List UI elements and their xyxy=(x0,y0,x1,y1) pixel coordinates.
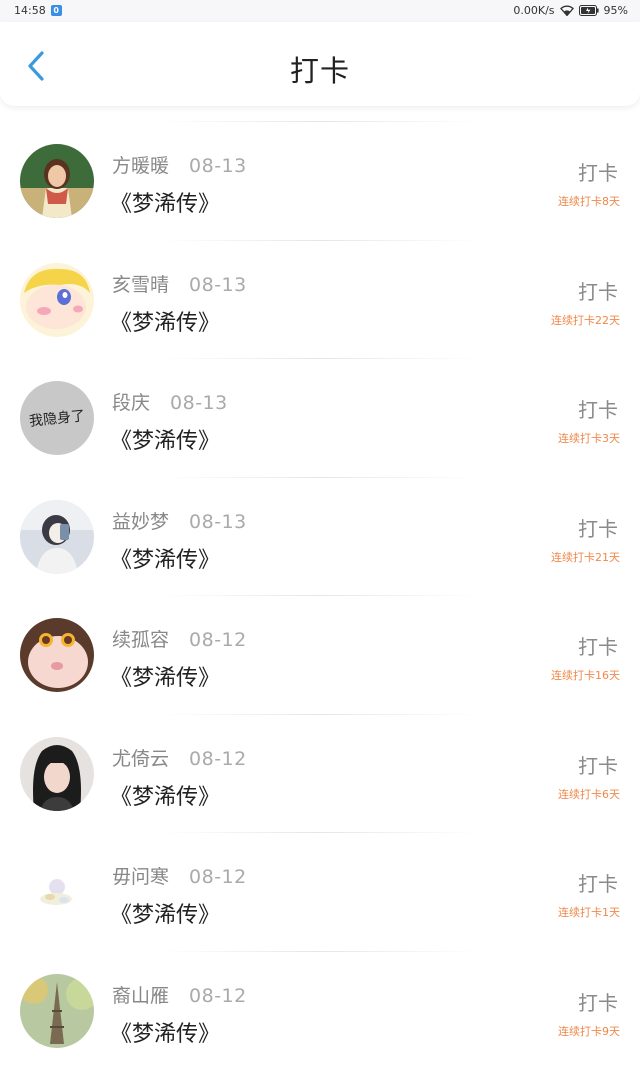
user-name: 方暖暖 xyxy=(112,151,169,178)
checkin-button[interactable]: 打卡 xyxy=(578,157,618,186)
checkin-date: 08-13 xyxy=(189,511,247,533)
status-left: 14:58 0 xyxy=(14,4,62,17)
book-title[interactable]: 《梦浠传》 xyxy=(110,779,220,811)
checkin-date: 08-12 xyxy=(189,985,247,1007)
streak-label: 连续打卡16天 xyxy=(551,667,620,683)
avatar[interactable] xyxy=(20,263,94,337)
streak-label: 连续打卡8天 xyxy=(558,193,620,209)
checkin-button[interactable]: 打卡 xyxy=(578,394,618,423)
name-line: 毋问寒 08-12 xyxy=(112,862,247,889)
name-line: 续孤容 08-12 xyxy=(112,625,247,652)
streak-label: 连续打卡6天 xyxy=(558,786,620,802)
avatar[interactable] xyxy=(20,500,94,574)
avatar[interactable] xyxy=(20,737,94,811)
notification-badge-icon: 0 xyxy=(51,5,62,16)
checkin-date: 08-13 xyxy=(189,155,247,177)
divider xyxy=(160,358,480,359)
checkin-row: 方暖暖 08-13 《梦浠传》 打卡 连续打卡8天 xyxy=(0,121,640,240)
checkin-button[interactable]: 打卡 xyxy=(578,868,618,897)
checkin-row: 我隐身了 段庆 08-13 《梦浠传》 打卡 连续打卡3天 xyxy=(0,358,640,477)
book-title[interactable]: 《梦浠传》 xyxy=(110,542,220,574)
book-title[interactable]: 《梦浠传》 xyxy=(110,423,220,455)
name-line: 尤倚云 08-12 xyxy=(112,744,247,771)
checkin-date: 08-12 xyxy=(189,748,247,770)
checkin-button[interactable]: 打卡 xyxy=(578,513,618,542)
name-line: 益妙梦 08-13 xyxy=(112,507,247,534)
divider xyxy=(160,595,480,596)
streak-label: 连续打卡21天 xyxy=(551,549,620,565)
checkin-row: 续孤容 08-12 《梦浠传》 打卡 连续打卡16天 xyxy=(0,595,640,714)
wifi-icon xyxy=(560,5,574,16)
checkin-date: 08-13 xyxy=(170,392,228,414)
streak-label: 连续打卡3天 xyxy=(558,430,620,446)
avatar[interactable] xyxy=(20,144,94,218)
app-header: 打卡 xyxy=(0,22,640,106)
streak-label: 连续打卡9天 xyxy=(558,1023,620,1039)
name-line: 段庆 08-13 xyxy=(112,388,228,415)
book-title[interactable]: 《梦浠传》 xyxy=(110,305,220,337)
checkin-date: 08-12 xyxy=(189,866,247,888)
clock: 14:58 xyxy=(14,4,46,17)
avatar[interactable] xyxy=(20,855,94,929)
user-name: 益妙梦 xyxy=(112,507,169,534)
divider xyxy=(160,240,480,241)
name-line: 亥雪晴 08-13 xyxy=(112,270,247,297)
checkin-row: 裔山雁 08-12 《梦浠传》 打卡 连续打卡9天 xyxy=(0,951,640,1069)
streak-label: 连续打卡1天 xyxy=(558,904,620,920)
battery-level: 95% xyxy=(604,4,628,17)
divider xyxy=(160,714,480,715)
streak-label: 连续打卡22天 xyxy=(551,312,620,328)
checkin-date: 08-13 xyxy=(189,274,247,296)
checkin-button[interactable]: 打卡 xyxy=(578,631,618,660)
avatar[interactable] xyxy=(20,974,94,1048)
user-name: 亥雪晴 xyxy=(112,270,169,297)
divider xyxy=(160,951,480,952)
checkin-date: 08-12 xyxy=(189,629,247,651)
user-name: 段庆 xyxy=(112,388,150,415)
network-speed: 0.00K/s xyxy=(513,4,554,17)
page-title: 打卡 xyxy=(0,48,640,90)
user-name: 裔山雁 xyxy=(112,981,169,1008)
book-title[interactable]: 《梦浠传》 xyxy=(110,660,220,692)
user-name: 续孤容 xyxy=(112,625,169,652)
battery-icon xyxy=(579,5,599,16)
user-name: 毋问寒 xyxy=(112,862,169,889)
book-title[interactable]: 《梦浠传》 xyxy=(110,1016,220,1048)
divider xyxy=(160,832,480,833)
checkin-list: 方暖暖 08-13 《梦浠传》 打卡 连续打卡8天 亥雪晴 08-13 《梦浠传… xyxy=(0,121,640,1069)
checkin-button[interactable]: 打卡 xyxy=(578,750,618,779)
avatar[interactable] xyxy=(20,618,94,692)
name-line: 方暖暖 08-13 xyxy=(112,151,247,178)
status-bar: 14:58 0 0.00K/s 95% xyxy=(0,0,640,22)
checkin-button[interactable]: 打卡 xyxy=(578,987,618,1016)
checkin-row: 毋问寒 08-12 《梦浠传》 打卡 连续打卡1天 xyxy=(0,832,640,951)
name-line: 裔山雁 08-12 xyxy=(112,981,247,1008)
checkin-row: 尤倚云 08-12 《梦浠传》 打卡 连续打卡6天 xyxy=(0,714,640,833)
checkin-row: 亥雪晴 08-13 《梦浠传》 打卡 连续打卡22天 xyxy=(0,240,640,359)
checkin-row: 益妙梦 08-13 《梦浠传》 打卡 连续打卡21天 xyxy=(0,477,640,596)
book-title[interactable]: 《梦浠传》 xyxy=(110,897,220,929)
checkin-button[interactable]: 打卡 xyxy=(578,276,618,305)
divider xyxy=(160,121,480,122)
divider xyxy=(160,477,480,478)
book-title[interactable]: 《梦浠传》 xyxy=(110,186,220,218)
status-right: 0.00K/s 95% xyxy=(513,4,628,17)
avatar[interactable]: 我隐身了 xyxy=(20,381,94,455)
user-name: 尤倚云 xyxy=(112,744,169,771)
